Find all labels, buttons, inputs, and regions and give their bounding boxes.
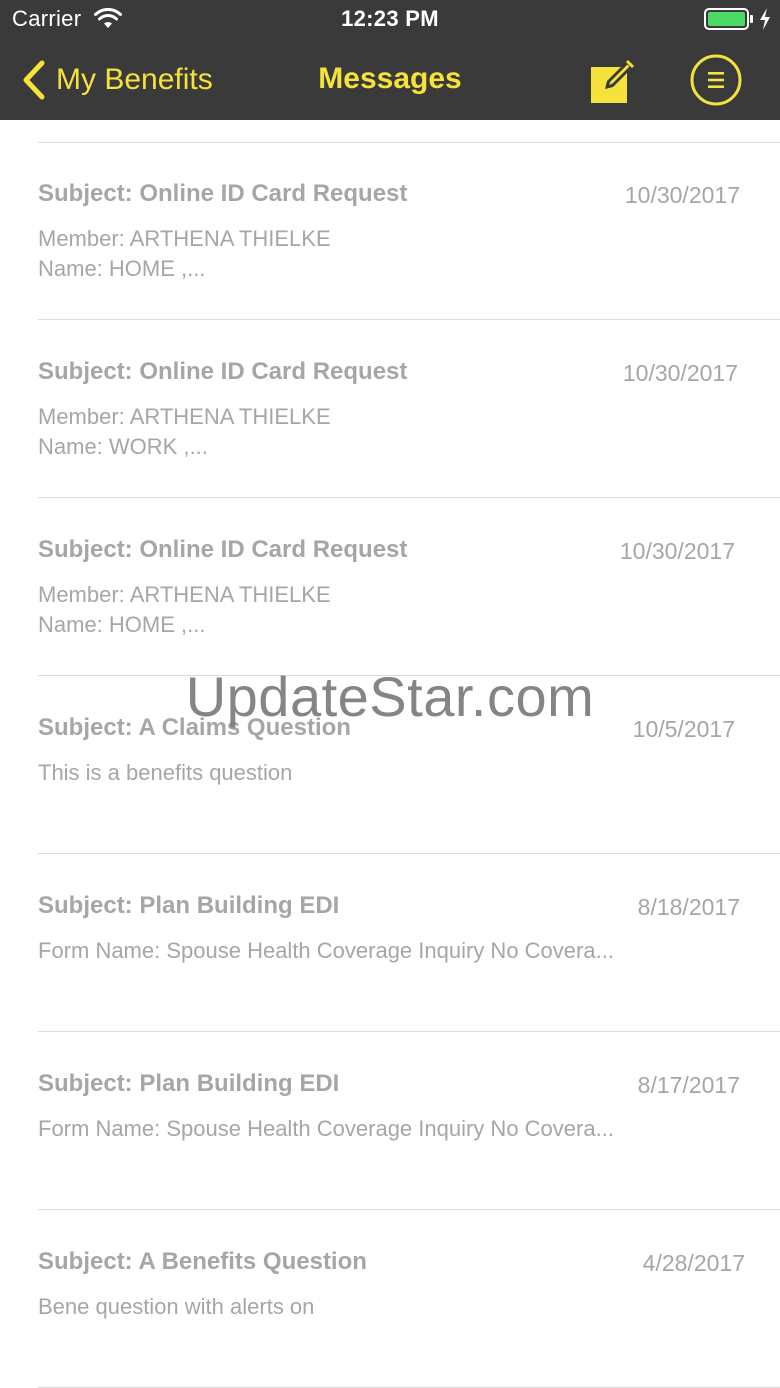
- message-preview-line: This is a benefits question: [38, 760, 293, 785]
- message-date: 10/30/2017: [622, 360, 738, 386]
- message-preview-line: Name: HOME ,...: [38, 256, 206, 281]
- message-date: 8/18/2017: [637, 894, 740, 920]
- message-preview-line: Name: WORK ,...: [38, 434, 208, 459]
- message-preview-line: Member: ARTHENA THIELKE: [38, 404, 331, 429]
- chevron-left-icon: [23, 60, 45, 100]
- message-row[interactable]: Subject: A Claims Question 10/5/2017 Thi…: [0, 676, 780, 854]
- message-date: 10/30/2017: [619, 538, 735, 564]
- back-button[interactable]: My Benefits: [18, 56, 213, 104]
- compose-icon[interactable]: [588, 56, 638, 106]
- message-preview-line: Form Name: Spouse Health Coverage Inquir…: [38, 938, 614, 963]
- page-title: Messages: [318, 62, 462, 95]
- message-row[interactable]: Subject: Online ID Card Request 10/30/20…: [0, 498, 780, 676]
- message-row[interactable]: Subject: A Benefits Question 4/28/2017 B…: [0, 1210, 780, 1388]
- message-subject: Subject: A Claims Question: [38, 714, 351, 741]
- message-preview-line: Member: ARTHENA THIELKE: [38, 226, 331, 251]
- message-row[interactable]: Subject: Online ID Card Request 10/30/20…: [0, 320, 780, 498]
- status-bar: Carrier 12:23 PM: [0, 0, 780, 40]
- app-header: Carrier 12:23 PM My Benefits Messages: [0, 0, 780, 120]
- message-preview-line: Member: ARTHENA THIELKE: [38, 582, 331, 607]
- message-preview-line: Bene question with alerts on: [38, 1294, 315, 1319]
- message-date: 10/5/2017: [632, 716, 735, 742]
- message-date: 4/28/2017: [642, 1250, 745, 1276]
- back-button-label: My Benefits: [56, 63, 213, 96]
- navigation-bar: My Benefits Messages: [0, 40, 780, 120]
- message-date: 10/30/2017: [624, 182, 740, 208]
- message-subject: Subject: Online ID Card Request: [38, 358, 408, 385]
- message-preview-line: Name: HOME ,...: [38, 612, 206, 637]
- message-subject: Subject: Online ID Card Request: [38, 536, 408, 563]
- battery-icon: [704, 8, 753, 30]
- status-time: 12:23 PM: [341, 6, 439, 31]
- message-preview-line: Form Name: Spouse Health Coverage Inquir…: [38, 1116, 614, 1141]
- menu-icon[interactable]: [688, 52, 744, 108]
- message-row[interactable]: Subject: Plan Building EDI 8/17/2017 For…: [0, 1032, 780, 1210]
- charging-bolt-icon: [760, 8, 770, 30]
- message-row[interactable]: Subject: Online ID Card Request 10/30/20…: [0, 142, 780, 320]
- message-subject: Subject: Plan Building EDI: [38, 1070, 340, 1097]
- message-subject: Subject: Plan Building EDI: [38, 892, 340, 919]
- message-date: 8/17/2017: [637, 1072, 740, 1098]
- message-row[interactable]: Subject: Plan Building EDI 8/18/2017 For…: [0, 854, 780, 1032]
- message-subject: Subject: A Benefits Question: [38, 1248, 367, 1275]
- message-subject: Subject: Online ID Card Request: [38, 180, 408, 207]
